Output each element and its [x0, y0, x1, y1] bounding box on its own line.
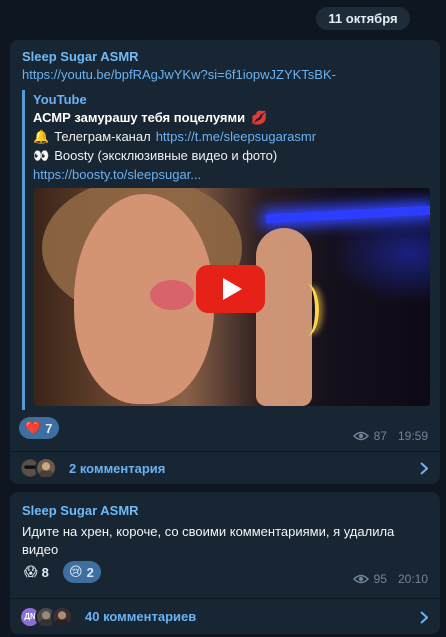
views-eye-icon — [352, 574, 369, 584]
comments-label: 2 комментария — [69, 460, 166, 476]
play-button[interactable] — [196, 265, 265, 313]
post-meta: 95 20:10 — [352, 572, 428, 586]
channel-post[interactable]: Sleep Sugar ASMR Идите на хрен, короче, … — [10, 492, 440, 634]
reaction-count: 7 — [45, 420, 53, 436]
neon-light — [265, 205, 430, 224]
views-eye-icon — [352, 431, 369, 441]
chevron-right-icon — [420, 462, 428, 475]
chat-window: 11 октября Sleep Sugar ASMR https://yout… — [0, 0, 446, 637]
reaction-cry[interactable]: 😢 2 — [63, 561, 101, 583]
moon-neon-icon — [295, 284, 319, 336]
reaction-heart[interactable]: ❤️ 7 — [19, 417, 60, 439]
preview-line-text: Телеграм-канал — [54, 129, 151, 144]
preview-line-boosty-link: https://boosty.to/sleepsugar... — [33, 165, 426, 184]
boosty-link[interactable]: https://boosty.to/sleepsugar... — [33, 165, 201, 184]
views-count: 87 — [373, 429, 387, 443]
avatar — [51, 605, 73, 628]
kiss-icon: 💋 — [251, 110, 268, 125]
thumbnail-lips — [150, 280, 194, 310]
sender-name[interactable]: Sleep Sugar ASMR — [22, 503, 139, 518]
link-preview[interactable]: YouTube АСМР замурашу тебя поцелуями 💋 🔔… — [22, 90, 430, 410]
avatar-photo-icon — [39, 462, 53, 477]
post-time: 19:59 — [397, 429, 428, 443]
telegram-link[interactable]: https://t.me/sleepsugarasmr — [156, 127, 316, 146]
post-text: Идите на хрен, короче, со своими коммент… — [22, 524, 395, 557]
preview-site-name: YouTube — [33, 92, 87, 107]
avatar-photo-icon — [55, 610, 69, 626]
date-divider: 11 октября — [316, 7, 410, 30]
comments-label: 40 комментариев — [85, 609, 197, 624]
chevron-right-icon — [420, 611, 428, 624]
comments-button[interactable]: ДN 40 комментариев — [10, 598, 440, 634]
bell-icon: 🔔 — [33, 129, 50, 144]
play-icon — [223, 278, 242, 300]
video-thumbnail[interactable] — [34, 188, 430, 406]
preview-line-telegram: 🔔 Телеграм-канал https://t.me/sleepsugar… — [33, 127, 426, 146]
preview-title: АСМР замурашу тебя поцелуями 💋 — [33, 109, 426, 127]
preview-line-text: Boosty (эксклюзивные видео и фото) — [54, 148, 278, 163]
avatar — [35, 457, 57, 479]
channel-post[interactable]: Sleep Sugar ASMR https://youtu.be/bpfRAg… — [10, 40, 440, 484]
comments-button[interactable]: 2 комментария — [10, 451, 440, 484]
preview-title-text: АСМР замурашу тебя поцелуями — [33, 110, 246, 125]
reaction-count: 2 — [86, 564, 94, 580]
scream-icon: 😱 — [24, 564, 38, 579]
preview-line-boosty: 👀 Boosty (эксклюзивные видео и фото) — [33, 146, 426, 165]
heart-icon: ❤️ — [25, 420, 42, 435]
post-time: 20:10 — [397, 572, 428, 586]
post-link[interactable]: https://youtu.be/bpfRAgJwYKw?si=6f1iopwJ… — [22, 67, 336, 82]
post-meta: 87 19:59 — [352, 429, 428, 443]
crying-face-icon: 😢 — [69, 564, 83, 579]
reaction-scream[interactable]: 😱 8 — [22, 561, 56, 583]
sender-name[interactable]: Sleep Sugar ASMR — [22, 49, 139, 64]
eyes-icon: 👀 — [33, 148, 50, 163]
views-count: 95 — [373, 572, 387, 586]
reaction-count: 8 — [41, 564, 49, 580]
